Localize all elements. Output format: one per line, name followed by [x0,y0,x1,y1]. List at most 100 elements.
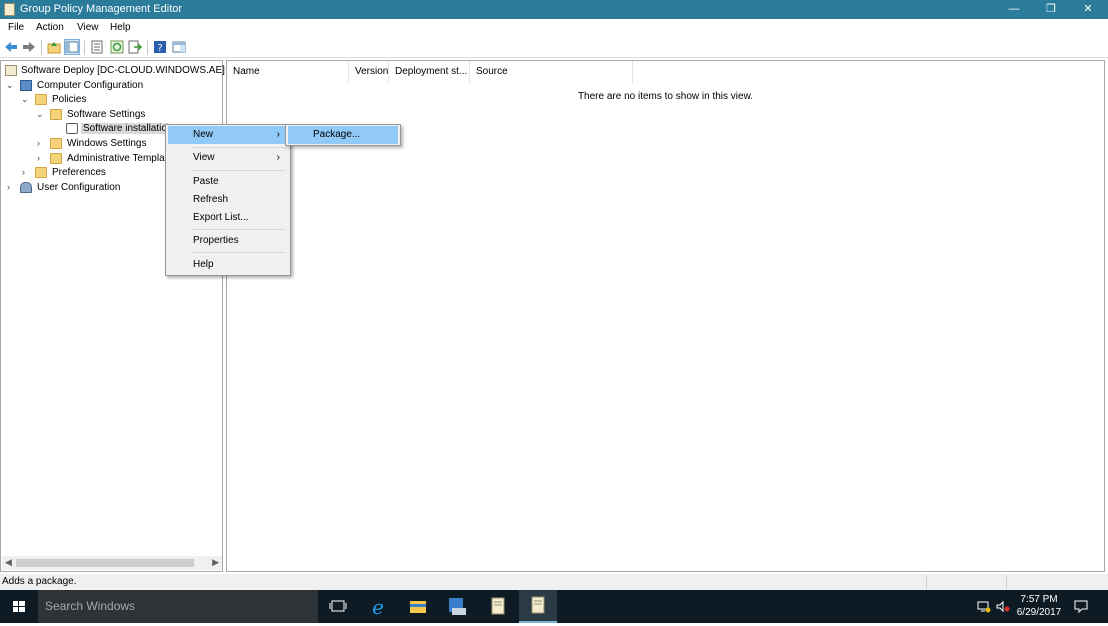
tree-item-policies[interactable]: ⌄ Policies [20,93,220,107]
folder-icon [35,167,47,178]
forward-arrow-icon[interactable] [22,40,36,54]
server-manager-icon [449,598,466,615]
submenu-arrow-icon: › [276,152,280,163]
new-submenu: Package... [285,124,401,146]
taskbar-server-manager[interactable] [439,590,477,623]
menu-item-label: New [193,129,214,140]
submenu-arrow-icon: › [276,129,280,140]
menu-view[interactable]: View [77,22,99,33]
menu-item-view[interactable]: View › [168,149,288,167]
menu-help[interactable]: Help [110,22,131,33]
help-icon[interactable]: ? [153,40,167,54]
menu-action[interactable]: Action [36,22,64,33]
export-list-icon[interactable] [128,40,142,54]
menu-item-properties[interactable]: Properties [168,232,288,250]
clock[interactable]: 7:57 PM 6/29/2017 [1016,593,1062,619]
title-bar: Group Policy Management Editor — ❐ ✕ [0,0,1108,19]
show-hide-console-tree-icon[interactable] [64,39,80,55]
menu-separator [192,170,286,171]
menu-item-label: View [193,152,215,163]
tree-item-root[interactable]: Software Deploy [DC-CLOUD.WINDOWS.AE] Po [5,64,240,78]
chevron-right-icon[interactable]: › [22,167,25,177]
gpo-editor-app-icon [4,3,15,16]
clock-time: 7:57 PM [1020,594,1058,605]
scroll-document-icon [531,596,545,614]
tree-item-computer-configuration[interactable]: ⌄ Computer Configuration [5,79,223,93]
empty-list-message: There are no items to show in this view. [577,91,754,102]
status-divider [926,575,927,589]
status-text: Adds a package. [2,576,77,587]
menu-item-paste[interactable]: Paste [168,173,288,191]
properties-sheet-icon[interactable] [90,40,104,54]
column-header-version[interactable]: Version [349,61,389,83]
taskbar-group-policy-management-editor[interactable] [519,590,557,623]
menu-item-refresh[interactable]: Refresh [168,191,288,209]
toolbar-separator [147,40,148,55]
scroll-document-icon [491,597,505,615]
scroll-left-arrow-icon[interactable]: ◀ [5,557,12,568]
tree-item-label: Software Settings [67,109,146,120]
volume-muted-icon[interactable] [996,600,1010,613]
tree-item-label: User Configuration [37,182,121,193]
restore-button[interactable]: ❐ [1033,0,1069,19]
tree-item-label: Windows Settings [67,138,147,149]
start-button[interactable] [0,590,38,623]
chevron-down-icon[interactable]: ⌄ [36,109,44,120]
tree-item-label: Administrative Templat [67,153,168,164]
status-bar: Adds a package. [0,574,1108,590]
minimize-button[interactable]: — [996,0,1032,19]
taskbar-search-box[interactable]: Search Windows [38,590,318,623]
scroll-right-arrow-icon[interactable]: ▶ [212,557,219,568]
chevron-right-icon[interactable]: › [7,182,10,192]
tree-item-software-installation[interactable]: Software installatio [65,122,173,136]
menu-item-help[interactable]: Help [168,256,288,274]
window-title: Group Policy Management Editor [20,3,183,15]
chevron-right-icon[interactable]: › [37,153,40,163]
tree-item-label: Software Deploy [DC-CLOUD.WINDOWS.AE] Po [21,65,240,76]
chevron-down-icon[interactable]: ⌄ [6,80,14,91]
taskbar-group-policy-management[interactable] [479,590,517,623]
toolbar-separator [84,40,85,55]
clock-date: 6/29/2017 [1016,607,1062,618]
column-header-name[interactable]: Name [227,61,349,83]
menu-item-package[interactable]: Package... [288,126,398,144]
menu-item-new[interactable]: New › [168,126,288,144]
chevron-down-icon[interactable]: ⌄ [21,94,29,105]
tree-item-label: Preferences [52,167,106,178]
up-folder-icon[interactable] [47,40,61,54]
gpo-scroll-icon [5,65,17,76]
refresh-icon[interactable] [110,40,124,54]
tree-item-label: Software installatio [81,123,169,134]
menu-separator [192,147,286,148]
svg-text:?: ? [157,43,162,54]
close-button[interactable]: ✕ [1070,0,1106,19]
task-view-icon [329,600,347,612]
context-menu: New › View › Paste Refresh Export List..… [165,124,291,276]
menu-bar: File Action View Help [0,19,1108,37]
back-arrow-icon[interactable] [4,40,18,54]
svg-text:e: e [372,595,384,619]
folder-icon [50,109,62,120]
action-center-icon[interactable] [1074,599,1088,613]
menu-separator [192,229,286,230]
toolbar-separator [41,40,42,55]
menu-file[interactable]: File [8,22,24,33]
user-icon [20,182,32,193]
task-view-button[interactable] [319,590,357,623]
network-icon[interactable] [977,600,991,613]
show-action-pane-icon[interactable] [172,40,186,54]
menu-item-export-list[interactable]: Export List... [168,209,288,227]
windows-logo-icon [13,601,25,612]
toolbar: ? [0,37,1108,58]
taskbar-internet-explorer[interactable]: e [359,590,397,623]
horizontal-scrollbar[interactable]: ◀ ▶ [2,556,222,570]
tree-item-label: Policies [52,94,87,105]
taskbar-file-explorer[interactable] [399,590,437,623]
column-header-source[interactable]: Source [470,61,633,83]
internet-explorer-icon: e [372,595,384,619]
column-header-deployment-state[interactable]: Deployment st... [389,61,470,83]
chevron-right-icon[interactable]: › [37,138,40,148]
scrollbar-thumb[interactable] [16,559,194,567]
tree-item-software-settings[interactable]: ⌄ Software Settings [35,108,220,122]
folder-icon [50,153,62,164]
